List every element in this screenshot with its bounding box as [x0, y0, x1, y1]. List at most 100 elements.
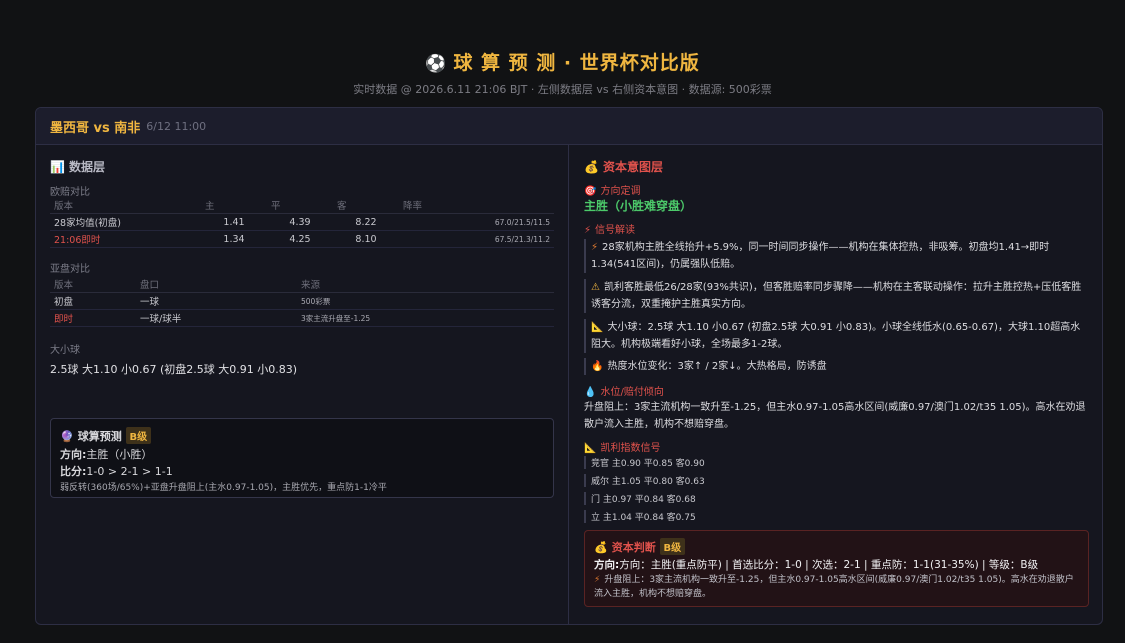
asia-source: 500彩票 — [297, 292, 554, 310]
money-bag-icon: 💰 — [584, 160, 599, 174]
droplet-icon: 💧 — [584, 387, 597, 398]
soccer-ball-icon: ⚽ — [425, 54, 448, 74]
kelly-row: 立 主1.04 平0.84 客0.75 — [584, 510, 696, 523]
asia-odds-label: 亚盘对比 — [50, 264, 90, 275]
data-layer-title-text: 数据层 — [68, 160, 105, 174]
score-value: 1-0 > 2-1 > 1-1 — [86, 465, 173, 478]
prediction-score: 比分:1-0 > 2-1 > 1-1 — [60, 463, 173, 479]
triangle-ruler-icon: 📐 — [591, 322, 604, 333]
direction-value: 主胜（小胜） — [86, 448, 153, 461]
match-header[interactable]: 墨西哥 vs 南非 6/12 11:00 — [36, 108, 1102, 145]
over-under-text: 2.5球 大1.10 小0.67 (初盘2.5球 大0.91 小0.83) — [50, 363, 298, 376]
col-header: 盘口 — [136, 275, 297, 293]
capital-layer-title-text: 资本意图层 — [602, 160, 663, 174]
direction-value: 主胜（小胜难穿盘） — [584, 199, 693, 213]
capital-layer-title: 💰 资本意图层 — [584, 158, 663, 175]
water-label: 💧 水位/赔付倾向 — [584, 383, 664, 398]
direction-label: 方向: — [60, 448, 87, 461]
judgment-note-text: 升盘阻上：3家主流机构一致升至-1.25，但主水0.97-1.05高水区间(威廉… — [594, 575, 1074, 599]
over-under-label: 大小球 — [50, 345, 80, 356]
euro-draw: 4.39 — [267, 213, 333, 231]
direction-label: 方向: — [594, 559, 620, 571]
kelly-label-text: 凯利指数信号 — [600, 443, 661, 454]
col-header: 客 — [333, 196, 399, 214]
page-subtitle: 实时数据 @ 2026.6.11 21:06 BJT · 左侧数据层 vs 右侧… — [353, 83, 772, 96]
signal-text: 热度水位变化：3家↑ / 2家↓。大热格局，防诱盘 — [607, 361, 827, 372]
lightning-icon: ⚡ — [594, 575, 601, 585]
match-card: 墨西哥 vs 南非 6/12 11:00 📊 数据层 欧赔对比 版本 主 平 客 … — [35, 107, 1103, 625]
euro-rate: 67.0/21.5/11.5 — [399, 213, 554, 231]
judgment-title: 💰 资本判断 B级 — [594, 538, 686, 555]
triangle-ruler-icon: 📐 — [584, 443, 597, 454]
warning-icon: ⚠ — [591, 282, 600, 293]
kelly-row: 竞官 主0.90 平0.85 客0.90 — [584, 456, 705, 469]
judgment-title-text: 资本判断 — [611, 541, 656, 554]
kelly-label: 📐 凯利指数信号 — [584, 439, 660, 454]
euro-row-name: 28家均值(初盘) — [50, 213, 201, 231]
page-header: ⚽ 球 算 预 测 · 世界杯对比版 实时数据 @ 2026.6.11 21:06… — [0, 48, 1125, 97]
data-layer-title: 📊 数据层 — [50, 158, 105, 175]
water-label-text: 水位/赔付倾向 — [600, 387, 664, 398]
table-row: 初盘 一球 500彩票 — [50, 292, 554, 310]
signal-text: 凯利客胜最低26/28家(93%共识)，但客胜赔率同步骤降——机构在主客联动操作… — [591, 282, 1082, 310]
euro-home: 1.34 — [201, 230, 267, 248]
table-header-row: 版本 主 平 客 降率 — [50, 196, 554, 214]
euro-draw: 4.25 — [267, 230, 333, 248]
direction-label-text: 方向定调 — [600, 186, 641, 197]
euro-away: 8.10 — [333, 230, 399, 248]
euro-row-name: 21:06即时 — [50, 230, 201, 248]
fire-icon: 🔥 — [591, 361, 604, 372]
table-row: 28家均值(初盘) 1.41 4.39 8.22 67.0/21.5/11.5 — [50, 213, 554, 231]
signal-label: ⚡ 信号解读 — [584, 221, 635, 236]
prediction-direction: 方向:主胜（小胜） — [60, 446, 152, 462]
kelly-row: 威尔 主1.05 平0.80 客0.63 — [584, 474, 705, 487]
judgment-note: ⚡ 升盘阻上：3家主流机构一致升至-1.25，但主水0.97-1.05高水区间(威… — [594, 573, 1079, 601]
match-date: 6/12 11:00 — [146, 119, 207, 133]
signal-item: ⚡ 28家机构主胜全线抬升+5.9%，同一时间同步操作——机构在集体控热，非吸筹。… — [584, 239, 1085, 273]
col-header: 主 — [201, 196, 267, 214]
col-header: 版本 — [50, 196, 201, 214]
signal-label-text: 信号解读 — [595, 225, 636, 236]
euro-odds-table: 版本 主 平 客 降率 28家均值(初盘) 1.41 4.39 8.22 67.… — [50, 196, 554, 248]
asia-row-name: 即时 — [50, 309, 136, 327]
signal-item: 📐 大小球：2.5球 大1.10 小0.67 (初盘2.5球 大0.91 小0.8… — [584, 319, 1085, 353]
water-text: 升盘阻上：3家主流机构一致升至-1.25，但主水0.97-1.05高水区间(威廉… — [584, 402, 1086, 430]
signal-text: 大小球：2.5球 大1.10 小0.67 (初盘2.5球 大0.91 小0.83… — [591, 322, 1081, 350]
table-header-row: 版本 盘口 来源 — [50, 275, 554, 293]
money-bag-icon: 💰 — [594, 541, 608, 554]
euro-home: 1.41 — [201, 213, 267, 231]
grade-badge: B级 — [659, 538, 686, 555]
table-row: 即时 一球/球半 3家主流升盘至-1.25 — [50, 309, 554, 327]
lightning-icon: ⚡ — [584, 225, 592, 236]
prediction-note: 弱反转(360场/65%)+亚盘升盘阻上(主水0.97-1.05)，主胜优先，重… — [60, 483, 387, 493]
capital-judgment-box: 💰 资本判断 B级 方向:方向：主胜(重点防平) | 首选比分：1-0 | 次选：… — [584, 530, 1089, 607]
asia-odds-table: 版本 盘口 来源 初盘 一球 500彩票 即时 一球/球半 3家主流升盘至-1.… — [50, 275, 554, 327]
signal-item: 🔥 热度水位变化：3家↑ / 2家↓。大热格局，防诱盘 — [584, 358, 1085, 375]
target-icon: 🎯 — [584, 186, 597, 197]
asia-line: 一球 — [136, 292, 297, 310]
crystal-ball-icon: 🔮 — [60, 430, 74, 443]
col-header: 版本 — [50, 275, 136, 293]
direction-label: 🎯 方向定调 — [584, 182, 640, 197]
prediction-title: 🔮 球算预测 B级 — [60, 427, 152, 444]
capital-layer-panel: 💰 资本意图层 🎯 方向定调 主胜（小胜难穿盘） ⚡ 信号解读 ⚡ 28家机构主胜全线抬… — [569, 145, 1102, 624]
euro-away: 8.22 — [333, 213, 399, 231]
euro-rate: 67.5/21.3/11.2 — [399, 230, 554, 248]
chart-icon: 📊 — [50, 160, 65, 174]
judgment-direction: 方向:方向：主胜(重点防平) | 首选比分：1-0 | 次选：2-1 | 重点防… — [594, 557, 1038, 572]
page-title: ⚽ 球 算 预 测 · 世界杯对比版 — [0, 48, 1125, 75]
col-header: 来源 — [297, 275, 554, 293]
page-title-text: 球 算 预 测 · 世界杯对比版 — [453, 52, 700, 74]
asia-source: 3家主流升盘至-1.25 — [297, 309, 554, 327]
grade-badge: B级 — [125, 427, 152, 444]
asia-row-name: 初盘 — [50, 292, 136, 310]
match-title: 墨西哥 vs 南非 — [50, 120, 141, 136]
prediction-box: 🔮 球算预测 B级 方向:主胜（小胜） 比分:1-0 > 2-1 > 1-1 弱反… — [50, 418, 554, 498]
prediction-title-text: 球算预测 — [77, 430, 122, 443]
signal-item: ⚠ 凯利客胜最低26/28家(93%共识)，但客胜赔率同步骤降——机构在主客联动操… — [584, 279, 1085, 313]
score-label: 比分: — [60, 465, 87, 478]
table-row: 21:06即时 1.34 4.25 8.10 67.5/21.3/11.2 — [50, 230, 554, 248]
col-header: 降率 — [399, 196, 554, 214]
col-header: 平 — [267, 196, 333, 214]
asia-line: 一球/球半 — [136, 309, 297, 327]
